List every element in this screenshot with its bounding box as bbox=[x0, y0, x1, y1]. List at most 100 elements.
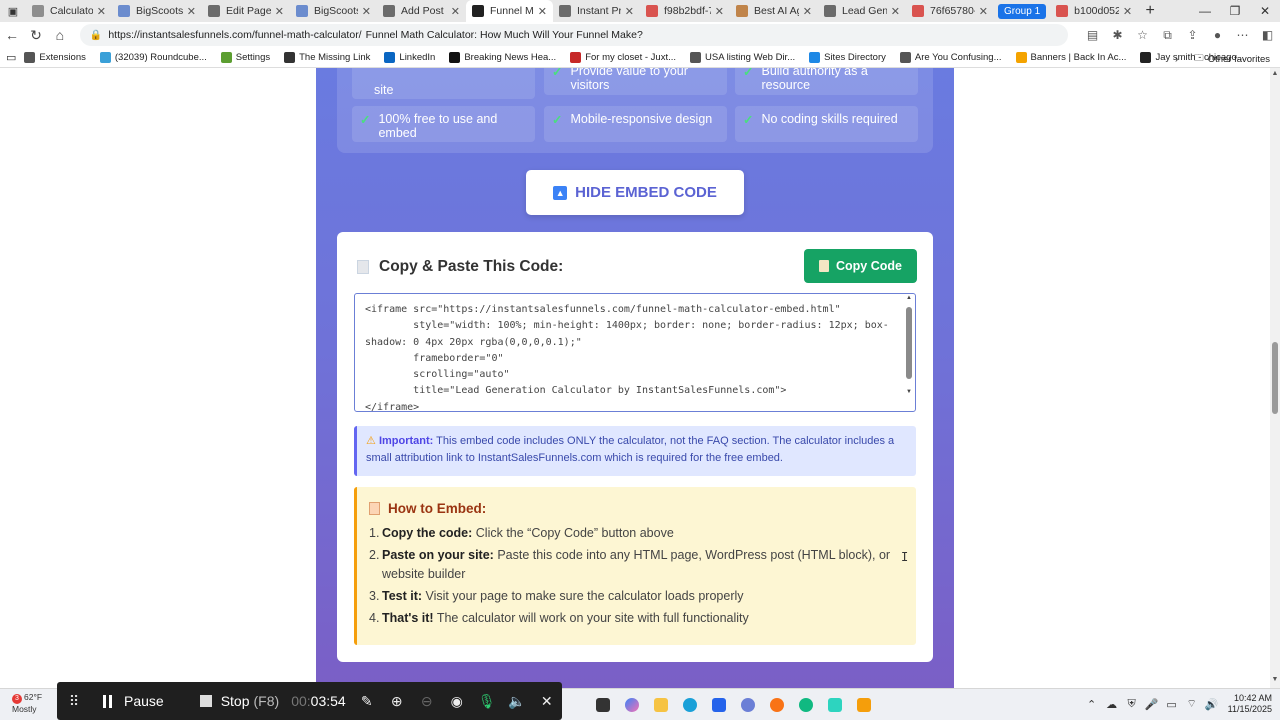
recorder-app-icon[interactable] bbox=[849, 696, 878, 714]
store-icon[interactable] bbox=[704, 696, 733, 714]
browser-tab[interactable]: 76f65780-edi ✕ bbox=[906, 0, 994, 22]
browser-tab[interactable]: BigScoots W ✕ bbox=[112, 0, 202, 22]
home-icon[interactable]: ⌂ bbox=[48, 27, 72, 43]
sidebar-toggle-icon[interactable]: ◧ bbox=[1255, 28, 1280, 43]
collections-icon[interactable]: ⧉ bbox=[1155, 28, 1180, 43]
tab-title: BigScoots W bbox=[314, 5, 358, 17]
browser-tab[interactable]: Funnel Math ✕ bbox=[466, 0, 553, 22]
bookmark-item[interactable]: The Missing Link bbox=[284, 52, 370, 63]
security-icon[interactable]: ⛨ bbox=[1122, 698, 1142, 711]
pause-button[interactable]: Pause bbox=[103, 693, 164, 709]
microphone-icon[interactable]: 🎤 bbox=[1142, 698, 1162, 711]
browser-tab[interactable]: Calculator up ✕ bbox=[26, 0, 112, 22]
tab-group-label[interactable]: Group 1 bbox=[998, 3, 1047, 19]
tab-close-icon[interactable]: ✕ bbox=[625, 5, 634, 18]
favorites-star-icon[interactable]: ☆ bbox=[1130, 28, 1155, 43]
browser-tab[interactable]: f98b2bdf-78 ✕ bbox=[640, 0, 730, 22]
tab-favicon-icon bbox=[1056, 5, 1069, 17]
address-bar[interactable]: 🔒 https://instantsalesfunnels.com/funnel… bbox=[79, 24, 1068, 46]
network-icon[interactable]: ⌔ bbox=[1182, 697, 1202, 711]
profile-avatar-icon[interactable]: ● bbox=[1205, 28, 1230, 43]
close-window-icon[interactable]: ✕ bbox=[1250, 0, 1280, 22]
tab-close-icon[interactable]: ✕ bbox=[538, 5, 547, 18]
system-audio-icon[interactable]: 🔈 bbox=[502, 693, 532, 710]
zoom-in-icon[interactable]: ⊕ bbox=[382, 693, 412, 710]
onedrive-icon[interactable]: ☁ bbox=[1102, 698, 1122, 711]
bookmark-item[interactable]: (32039) Roundcube... bbox=[99, 52, 207, 63]
stop-button[interactable]: Stop (F8) bbox=[199, 693, 279, 709]
new-tab-button[interactable]: + bbox=[1138, 2, 1162, 20]
feature-text: 100% free to use and embed bbox=[378, 112, 498, 140]
bookmark-item[interactable]: USA listing Web Dir... bbox=[690, 52, 795, 63]
volume-icon[interactable]: 🔊 bbox=[1202, 698, 1222, 711]
firefox-icon[interactable] bbox=[762, 696, 791, 714]
bookmark-item[interactable]: Extensions bbox=[24, 52, 86, 63]
sidebar-menu-icon[interactable]: ▭ bbox=[6, 51, 16, 64]
browser-tab[interactable]: Add Post ‹ — ✕ bbox=[377, 0, 466, 22]
tab-close-icon[interactable]: ✕ bbox=[275, 5, 284, 18]
copilot-icon[interactable] bbox=[617, 696, 646, 714]
bookmark-item[interactable]: LinkedIn bbox=[384, 52, 435, 63]
weather-widget[interactable]: 3 62°F Mostly bbox=[12, 692, 42, 714]
tab-close-icon[interactable]: ✕ bbox=[362, 5, 371, 18]
more-menu-icon[interactable]: ⋯ bbox=[1230, 28, 1255, 43]
page-scroll-thumb[interactable] bbox=[1272, 342, 1278, 414]
browser-tab[interactable]: BigScoots W ✕ bbox=[290, 0, 377, 22]
bookmark-item[interactable]: Breaking News Hea... bbox=[449, 52, 556, 63]
code-scroll-thumb[interactable] bbox=[906, 307, 912, 379]
bookmark-item[interactable]: Sites Directory bbox=[809, 52, 886, 63]
bookmark-favicon-icon bbox=[24, 52, 36, 63]
page-scrollbar[interactable]: ▲ ▼ bbox=[1270, 68, 1280, 688]
app-icon[interactable] bbox=[733, 696, 762, 714]
tab-close-icon[interactable]: ✕ bbox=[715, 5, 724, 18]
back-icon[interactable]: ← bbox=[0, 27, 24, 43]
share-icon[interactable]: ⇪ bbox=[1180, 28, 1205, 43]
bookmark-item[interactable]: Are You Confusing... bbox=[899, 52, 1002, 63]
other-favorites[interactable]: Other favorites bbox=[1208, 54, 1270, 65]
notepad-icon[interactable] bbox=[820, 696, 849, 714]
tab-close-icon[interactable]: ✕ bbox=[187, 5, 196, 18]
task-view-icon[interactable] bbox=[588, 696, 617, 714]
embed-code-textarea[interactable]: <iframe src="https://instantsalesfunnels… bbox=[354, 293, 916, 412]
refresh-icon[interactable]: ↻ bbox=[24, 27, 48, 44]
bookmarks-overflow-icon[interactable]: › bbox=[1175, 54, 1178, 65]
tab-close-icon[interactable]: ✕ bbox=[1123, 5, 1132, 18]
zoom-out-icon[interactable]: ⊖ bbox=[412, 693, 442, 710]
webcam-icon[interactable]: ◉ bbox=[442, 693, 472, 710]
clock[interactable]: 10:42 AM 11/15/2025 bbox=[1228, 693, 1272, 715]
page-scroll-up-icon[interactable]: ▲ bbox=[1270, 70, 1280, 77]
chrome-icon[interactable] bbox=[791, 696, 820, 714]
bookmark-item[interactable]: Banners | Back In Ac... bbox=[1015, 52, 1126, 63]
browser-tab[interactable]: Edit Page “In ✕ bbox=[202, 0, 290, 22]
display-icon[interactable]: ▭ bbox=[1162, 698, 1182, 711]
bookmark-item[interactable]: Settings bbox=[220, 52, 270, 63]
drag-handle-icon[interactable]: ⠿ bbox=[57, 693, 91, 710]
reader-mode-icon[interactable]: ▤ bbox=[1080, 28, 1105, 43]
scroll-down-icon[interactable]: ▼ bbox=[904, 389, 914, 395]
file-explorer-icon[interactable] bbox=[646, 696, 675, 714]
hide-embed-code-button[interactable]: ▲ HIDE EMBED CODE bbox=[526, 170, 744, 215]
tab-close-icon[interactable]: ✕ bbox=[979, 5, 988, 18]
close-recorder-icon[interactable]: ✕ bbox=[532, 693, 562, 710]
extensions-icon[interactable]: ✱ bbox=[1105, 28, 1130, 43]
tab-close-icon[interactable]: ✕ bbox=[451, 5, 460, 18]
tab-actions-menu-icon[interactable]: ▣ bbox=[0, 0, 26, 22]
page-scroll-down-icon[interactable]: ▼ bbox=[1270, 676, 1280, 683]
browser-tab[interactable]: Best AI Agen ✕ bbox=[730, 0, 818, 22]
browser-tab[interactable]: Lead Generat ✕ bbox=[818, 0, 906, 22]
browser-tab[interactable]: b100d052-89 ✕ bbox=[1050, 0, 1138, 22]
tray-chevron-icon[interactable]: ⌃ bbox=[1082, 698, 1102, 711]
copy-code-button[interactable]: Copy Code bbox=[804, 249, 917, 283]
pen-icon[interactable]: ✎ bbox=[352, 693, 382, 710]
bookmark-item[interactable]: For my closet - Juxt... bbox=[570, 52, 676, 63]
minimize-icon[interactable]: — bbox=[1190, 0, 1220, 22]
tab-close-icon[interactable]: ✕ bbox=[97, 5, 106, 18]
microphone-toggle-icon[interactable]: 🎙 bbox=[472, 693, 502, 710]
edge-browser-icon[interactable] bbox=[675, 696, 704, 714]
browser-tab[interactable]: Instant Price ✕ bbox=[553, 0, 640, 22]
tab-close-icon[interactable]: ✕ bbox=[803, 5, 812, 18]
restore-icon[interactable]: ❐ bbox=[1220, 0, 1250, 22]
scroll-up-icon[interactable]: ▲ bbox=[904, 295, 914, 301]
tab-close-icon[interactable]: ✕ bbox=[891, 5, 900, 18]
code-scrollbar[interactable]: ▲ ▼ bbox=[904, 295, 914, 410]
